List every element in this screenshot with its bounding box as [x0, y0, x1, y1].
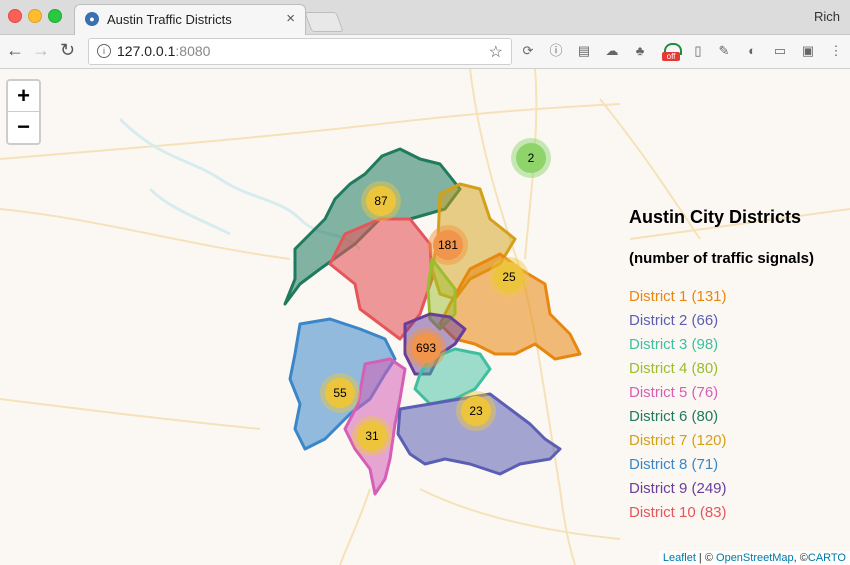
browser-toolbar: ← → ↻ i 127.0.0.1:8080 ☆ ⟳ ⓘ ▤ ☁ ♣ off ▯… [0, 35, 850, 69]
legend-item-district-3: District 3 (98) [629, 336, 719, 353]
globe-icon: ● [85, 12, 99, 26]
map-canvas[interactable]: + − Austin City Districts (number of tra… [0, 69, 850, 565]
cluster-count: 31 [357, 421, 387, 451]
window-maximize-button[interactable] [48, 9, 62, 23]
legend-item-district-4: District 4 (80) [629, 360, 719, 377]
menu-icon[interactable]: ⋮ [828, 43, 844, 59]
legend-item-district-5: District 5 (76) [629, 384, 719, 401]
info-extension-icon[interactable]: ⓘ [548, 43, 564, 59]
browser-title-bar: ● Austin Traffic Districts × Rich [0, 0, 850, 35]
legend-item-district-10: District 10 (83) [629, 504, 727, 521]
legend-item-district-8: District 8 (71) [629, 456, 719, 473]
cluster-count: 87 [366, 186, 396, 216]
forward-arrow-icon[interactable]: → [32, 40, 50, 61]
zoom-control: + − [6, 79, 41, 145]
osm-link[interactable]: OpenStreetMap [716, 552, 794, 564]
sync-extension-icon[interactable]: ⟳ [520, 43, 536, 59]
reload-icon[interactable]: ↻ [60, 40, 75, 61]
window-minimize-button[interactable] [28, 9, 42, 23]
window-close-button[interactable] [8, 9, 22, 23]
cluster-marker[interactable]: 2 [511, 138, 551, 178]
legend-title: Austin City Districts [629, 207, 802, 227]
cluster-count: 181 [433, 230, 463, 260]
legend-subtitle: (number of traffic signals) [629, 250, 815, 267]
cluster-marker[interactable]: 23 [456, 391, 496, 431]
url-text: 127.0.0.1:8080 [117, 43, 211, 59]
cluster-marker[interactable]: 31 [352, 416, 392, 456]
info-icon[interactable]: i [97, 44, 111, 58]
new-tab-button[interactable] [304, 12, 344, 32]
tab-title: Austin Traffic Districts [107, 12, 232, 27]
legend-item-district-1: District 1 (131) [629, 288, 727, 305]
cast-icon[interactable]: ▭ [772, 43, 788, 59]
district-polygons [283, 147, 582, 496]
back-arrow-icon[interactable]: ← [6, 40, 24, 61]
off-extension-icon[interactable]: off [662, 43, 682, 61]
legend-items: District 1 (131) District 2 (66) District … [629, 285, 844, 525]
pen-extension-icon[interactable]: ✎ [716, 43, 732, 59]
zoom-out-button[interactable]: − [8, 112, 39, 142]
legend-item-district-7: District 7 (120) [629, 432, 727, 449]
tab-close-icon[interactable]: × [286, 10, 295, 27]
cluster-count: 2 [516, 143, 546, 173]
cloud-extension-icon[interactable]: ☁ [604, 43, 620, 59]
cluster-marker[interactable]: 693 [406, 328, 446, 368]
cluster-marker[interactable]: 87 [361, 181, 401, 221]
document-extension-icon[interactable]: ▯ [690, 43, 706, 59]
browser-tab[interactable]: ● Austin Traffic Districts × [74, 4, 306, 35]
link-extension-icon[interactable]: ◐ [744, 43, 760, 59]
cluster-count: 23 [461, 396, 491, 426]
map-attribution: Leaflet | © OpenStreetMap, ©CARTO [658, 551, 850, 565]
address-bar[interactable]: i 127.0.0.1:8080 ☆ [88, 38, 512, 65]
leaf-extension-icon[interactable]: ♣ [632, 43, 648, 59]
profile-name[interactable]: Rich [814, 9, 840, 24]
leaflet-link[interactable]: Leaflet [663, 552, 696, 564]
cluster-count: 693 [411, 333, 441, 363]
cluster-marker[interactable]: 181 [428, 225, 468, 265]
cluster-count: 25 [494, 262, 524, 292]
zoom-in-button[interactable]: + [8, 81, 39, 112]
map-legend: Austin City Districts (number of traffic… [629, 207, 844, 525]
cluster-marker[interactable]: 25 [489, 257, 529, 297]
legend-item-district-2: District 2 (66) [629, 312, 719, 329]
cluster-marker[interactable]: 55 [320, 373, 360, 413]
bookmark-star-icon[interactable]: ☆ [489, 42, 503, 62]
legend-item-district-6: District 6 (80) [629, 408, 719, 425]
carto-link[interactable]: CARTO [808, 552, 846, 564]
video-extension-icon[interactable]: ▣ [800, 43, 816, 59]
cluster-count: 55 [325, 378, 355, 408]
legend-item-district-9: District 9 (249) [629, 480, 727, 497]
page-extension-icon[interactable]: ▤ [576, 43, 592, 59]
